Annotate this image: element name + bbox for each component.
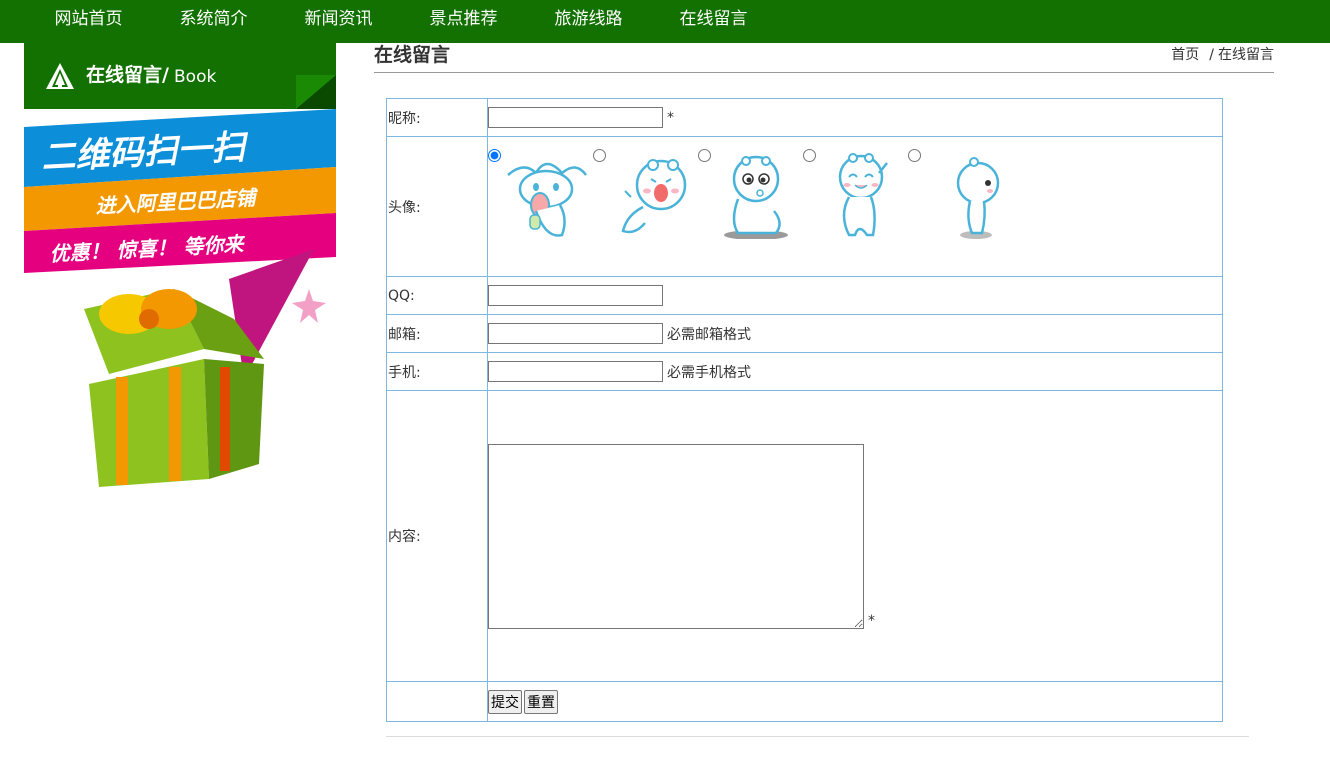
title-divider — [374, 72, 1274, 73]
nav-list: 网站首页 系统简介 新闻资讯 景点推荐 旅游线路 在线留言 — [26, 0, 776, 43]
avatar-option-5[interactable] — [908, 148, 1013, 249]
content-textarea[interactable] — [488, 443, 864, 629]
promo-banner[interactable]: 二维码扫一扫 进入阿里巴巴店铺 优惠！ 惊喜！ 等你来 — [24, 109, 336, 559]
avatar-radio-5[interactable] — [908, 148, 921, 162]
content-cell: * — [487, 390, 1223, 682]
nav-item-about[interactable]: 系统简介 — [151, 0, 276, 38]
sidebar-title-cn: 在线留言/ — [86, 64, 169, 86]
guestbook-form: 昵称: * 头像: QQ: 邮箱: 必需邮箱格式 手机: 必需手机格式 内容: … — [386, 98, 1223, 722]
corner-fold-decoration — [296, 75, 336, 109]
content-required-mark: * — [868, 612, 875, 629]
breadcrumb-home-link[interactable]: 首页 — [1171, 47, 1199, 63]
email-format-note: 必需邮箱格式 — [667, 326, 751, 343]
content-label: 内容: — [386, 390, 488, 682]
form-row-avatar: 头像: — [386, 136, 1223, 277]
form-row-content: 内容: * — [386, 390, 1223, 682]
nav-item-guestbook[interactable]: 在线留言 — [651, 0, 776, 38]
qq-input[interactable] — [488, 285, 663, 306]
reset-button[interactable]: 重置 — [524, 689, 558, 714]
email-cell: 必需邮箱格式 — [487, 314, 1223, 353]
nav-item-attractions[interactable]: 景点推荐 — [401, 0, 526, 38]
gift-box-icon — [84, 249, 326, 487]
nickname-required-mark: * — [667, 109, 674, 126]
top-nav: 网站首页 系统简介 新闻资讯 景点推荐 旅游线路 在线留言 — [0, 0, 1330, 43]
form-row-nickname: 昵称: * — [386, 98, 1223, 137]
sidebar-title: 在线留言/ Book — [24, 43, 336, 109]
page-title: 在线留言 — [374, 44, 451, 66]
mascot-avatar-icon — [956, 156, 1000, 239]
bottom-divider — [386, 736, 1249, 737]
avatar-options — [488, 148, 1222, 249]
breadcrumb-current: 在线留言 — [1218, 47, 1274, 63]
avatar-radio-1[interactable] — [488, 148, 501, 162]
avatar-option-1[interactable] — [488, 148, 593, 249]
email-label: 邮箱: — [386, 314, 488, 353]
avatar-radio-4[interactable] — [803, 148, 816, 162]
avatar-radio-3[interactable] — [698, 148, 711, 162]
mascot-avatar-icon — [621, 158, 687, 233]
phone-cell: 必需手机格式 — [487, 352, 1223, 391]
buttons-label-cell — [386, 681, 488, 722]
avatar-option-3[interactable] — [698, 148, 803, 249]
submit-button[interactable]: 提交 — [488, 689, 522, 714]
avatar-option-2[interactable] — [593, 148, 698, 249]
buttons-cell: 提交 重置 — [487, 681, 1223, 722]
qq-cell — [487, 276, 1223, 315]
nav-item-news[interactable]: 新闻资讯 — [276, 0, 401, 38]
nav-item-routes[interactable]: 旅游线路 — [526, 0, 651, 38]
nickname-cell: * — [487, 98, 1223, 137]
email-input[interactable] — [488, 323, 663, 344]
mascot-avatar-icon — [507, 162, 588, 237]
form-row-email: 邮箱: 必需邮箱格式 — [386, 314, 1223, 353]
avatar-cell — [487, 136, 1223, 277]
qq-label: QQ: — [386, 276, 488, 315]
avatar-option-4[interactable] — [803, 148, 908, 249]
nav-item-home[interactable]: 网站首页 — [26, 0, 151, 38]
avatar-radio-2[interactable] — [593, 148, 606, 162]
phone-format-note: 必需手机格式 — [667, 364, 751, 381]
tree-logo-icon — [46, 63, 74, 89]
nickname-label: 昵称: — [386, 98, 488, 137]
mascot-avatar-icon — [724, 155, 788, 239]
avatar-label: 头像: — [386, 136, 488, 277]
breadcrumb-separator: / — [1209, 47, 1214, 63]
mascot-avatar-icon — [838, 152, 888, 236]
form-row-qq: QQ: — [386, 276, 1223, 315]
form-row-phone: 手机: 必需手机格式 — [386, 352, 1223, 391]
phone-input[interactable] — [488, 361, 663, 382]
phone-label: 手机: — [386, 352, 488, 391]
nickname-input[interactable] — [488, 107, 663, 128]
breadcrumb: 首页 / 在线留言 — [1171, 44, 1274, 64]
form-row-buttons: 提交 重置 — [386, 681, 1223, 722]
sidebar-title-en: Book — [174, 67, 217, 87]
